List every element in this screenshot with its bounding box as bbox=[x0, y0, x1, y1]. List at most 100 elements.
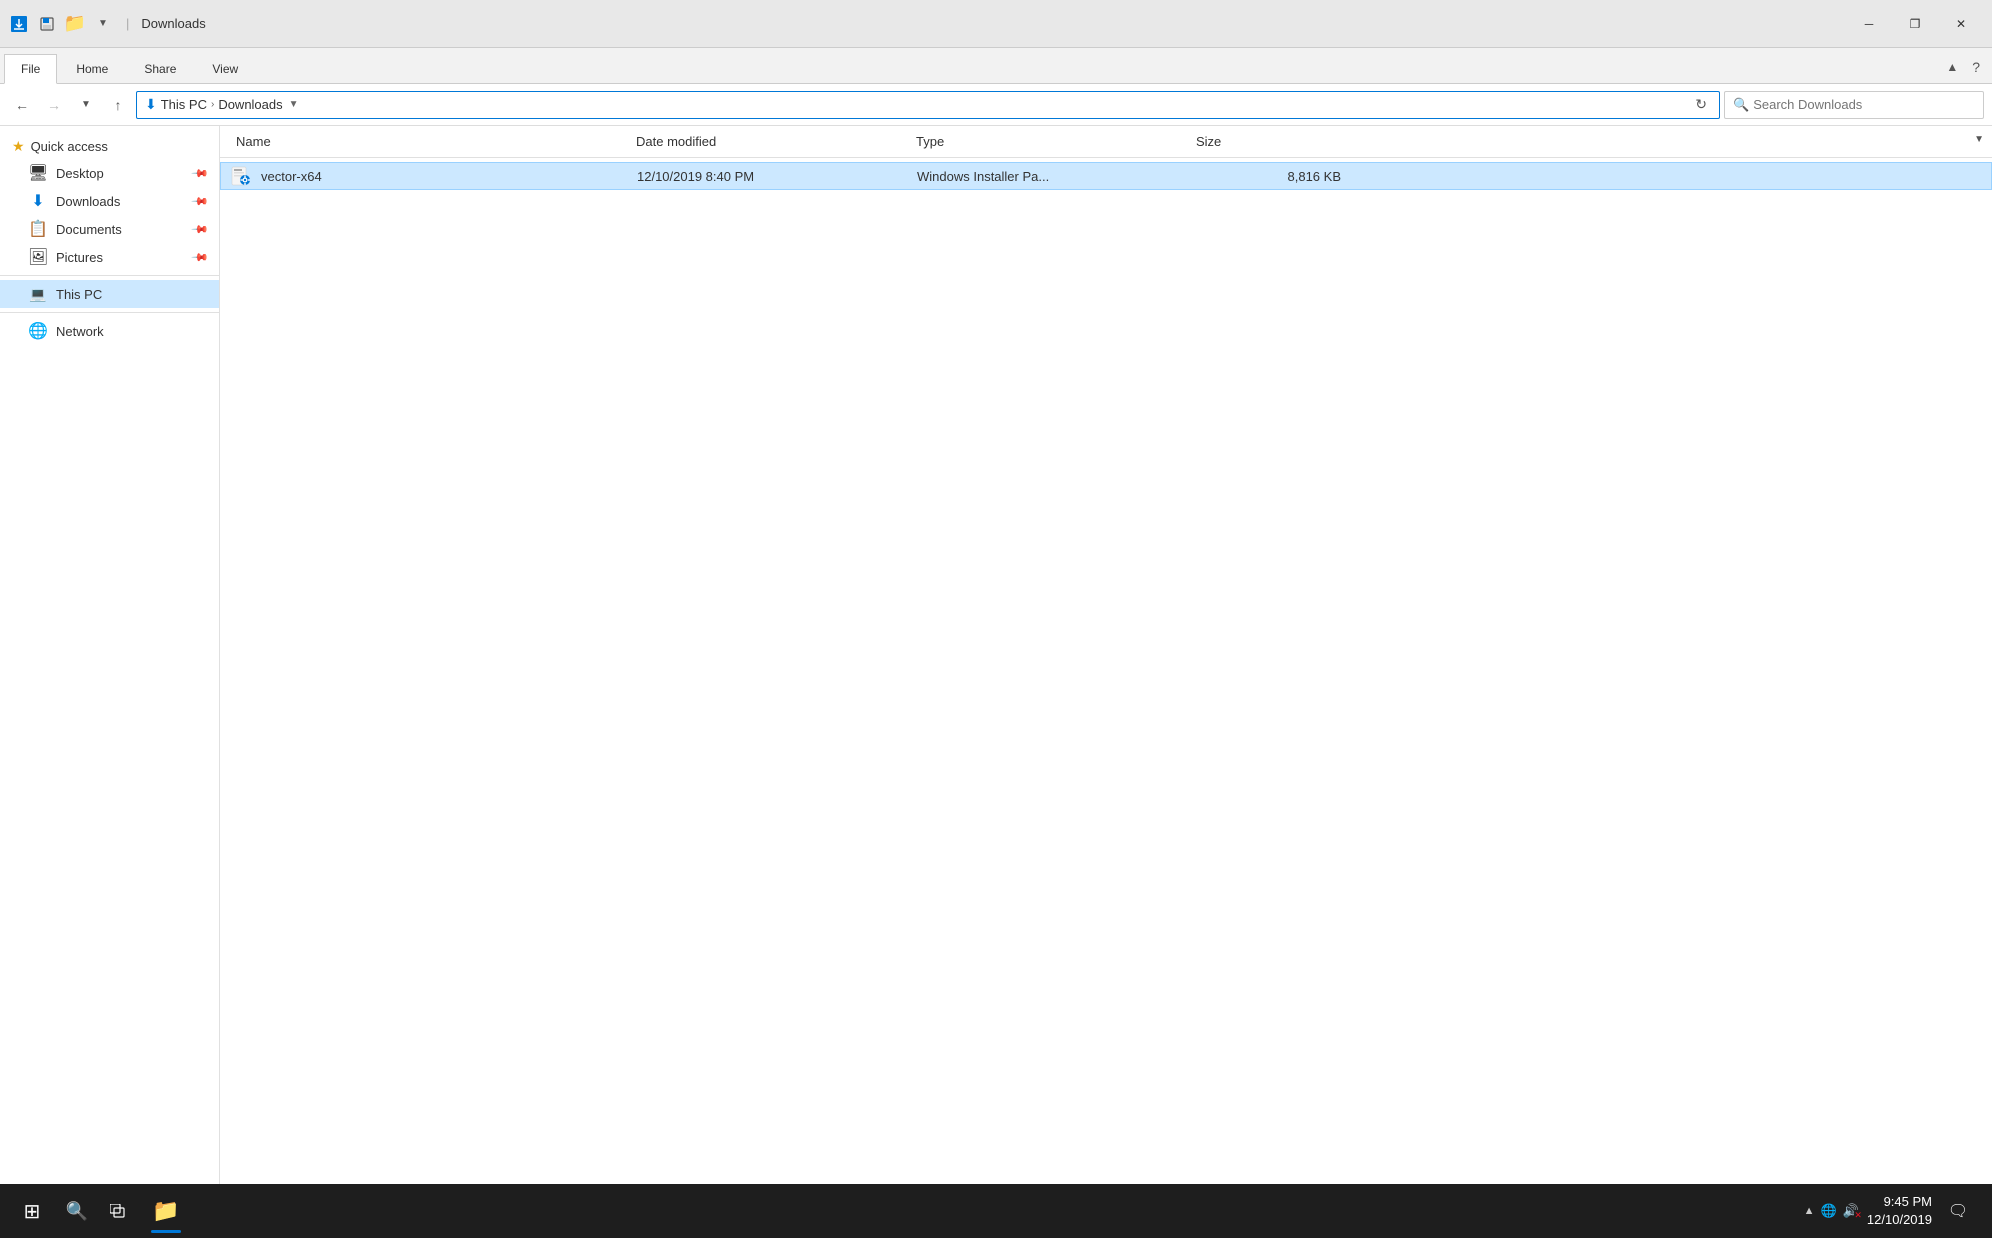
taskbar-right: ▲ 🌐 🔊 ✕ 9:45 PM 12/10/2019 🗨 bbox=[1804, 1193, 1984, 1229]
sidebar-item-pictures[interactable]: 🖼 Pictures 📌 bbox=[0, 243, 219, 271]
taskbar-search-button[interactable]: 🔍 bbox=[56, 1190, 98, 1232]
window-title: Downloads bbox=[141, 16, 205, 31]
search-input[interactable] bbox=[1753, 97, 1975, 112]
file-date: 12/10/2019 8:40 PM bbox=[629, 169, 909, 184]
file-type: Windows Installer Pa... bbox=[909, 169, 1189, 184]
col-header-size[interactable]: Size bbox=[1188, 134, 1348, 149]
sidebar-item-pictures-label: Pictures bbox=[56, 250, 103, 265]
quick-access-label: Quick access bbox=[31, 139, 108, 154]
back-button[interactable]: ← bbox=[8, 91, 36, 119]
tab-home[interactable]: Home bbox=[59, 53, 125, 83]
pin-icon-documents: 📌 bbox=[191, 220, 210, 239]
address-dropdown-arrow[interactable]: ▼ bbox=[289, 99, 299, 110]
table-row[interactable]: vector-x64 12/10/2019 8:40 PM Windows In… bbox=[220, 162, 1992, 190]
ribbon-collapse-arrow[interactable]: ▲ bbox=[1942, 56, 1962, 78]
col-header-name[interactable]: Name bbox=[228, 134, 628, 149]
network-tray-icon[interactable]: 🌐 bbox=[1821, 1203, 1837, 1219]
address-chevron-1: › bbox=[211, 99, 214, 110]
volume-muted-x-icon: ✕ bbox=[1854, 1210, 1862, 1221]
window-controls: ─ ❐ ✕ bbox=[1846, 8, 1984, 40]
clock-time: 9:45 PM bbox=[1867, 1193, 1932, 1211]
address-part-thispc[interactable]: This PC bbox=[161, 97, 207, 112]
pin-icon-desktop: 📌 bbox=[191, 164, 210, 183]
taskbar-clock[interactable]: 9:45 PM 12/10/2019 bbox=[1867, 1193, 1932, 1229]
taskbar-tray: ▲ 🌐 🔊 ✕ bbox=[1804, 1203, 1859, 1219]
desktop-icon: 🖥 bbox=[28, 163, 48, 183]
file-name-text: vector-x64 bbox=[261, 169, 322, 184]
this-pc-icon: 💻 bbox=[28, 286, 48, 303]
title-bar: 📁 ▼ | Downloads ─ ❐ ✕ bbox=[0, 0, 1992, 48]
recent-locations-button[interactable]: ▼ bbox=[72, 91, 100, 119]
documents-icon: 📋 bbox=[28, 219, 48, 239]
sidebar-item-this-pc-label: This PC bbox=[56, 287, 102, 302]
sidebar: ★ Quick access 🖥 Desktop 📌 ⬇ Downloads 📌… bbox=[0, 126, 220, 1202]
title-separator: | bbox=[126, 16, 129, 31]
pictures-icon: 🖼 bbox=[28, 247, 48, 267]
file-size: 8,816 KB bbox=[1189, 169, 1349, 184]
sidebar-item-this-pc[interactable]: 💻 This PC bbox=[0, 280, 219, 308]
up-button[interactable]: ↑ bbox=[104, 91, 132, 119]
close-button[interactable]: ✕ bbox=[1938, 8, 1984, 40]
sidebar-divider-1 bbox=[0, 275, 219, 276]
ribbon-help-icon[interactable]: ? bbox=[1968, 55, 1984, 79]
quick-access-save-icon[interactable] bbox=[36, 13, 58, 35]
sidebar-item-desktop[interactable]: 🖥 Desktop 📌 bbox=[0, 159, 219, 187]
ribbon-expand-controls: ▲ ? bbox=[1942, 55, 1984, 83]
quick-access-folder-icon[interactable]: 📁 bbox=[64, 13, 86, 35]
content-area: ▼ Name Date modified Type Size bbox=[220, 126, 1992, 1202]
tab-file[interactable]: File bbox=[4, 54, 57, 84]
ribbon-tabs: File Home Share View ▲ ? bbox=[0, 48, 1992, 84]
file-name-cell: vector-x64 bbox=[229, 164, 629, 188]
main-layout: ★ Quick access 🖥 Desktop 📌 ⬇ Downloads 📌… bbox=[0, 126, 1992, 1202]
sidebar-item-documents-label: Documents bbox=[56, 222, 122, 237]
task-view-icon bbox=[110, 1204, 128, 1218]
tab-share[interactable]: Share bbox=[127, 53, 193, 83]
sidebar-item-network-label: Network bbox=[56, 324, 104, 339]
search-glass-icon: 🔍 bbox=[1733, 97, 1749, 113]
quick-access-customize-icon[interactable]: ▼ bbox=[92, 13, 114, 35]
sidebar-item-network[interactable]: 🌐 Network bbox=[0, 317, 219, 345]
notification-center-button[interactable]: 🗨 bbox=[1940, 1193, 1976, 1229]
address-part-downloads[interactable]: Downloads bbox=[218, 97, 282, 112]
sidebar-item-documents[interactable]: 📋 Documents 📌 bbox=[0, 215, 219, 243]
file-explorer-taskbar-icon: 📁 bbox=[152, 1198, 179, 1224]
col-header-type[interactable]: Type bbox=[908, 134, 1188, 149]
taskbar-task-view-button[interactable] bbox=[98, 1190, 140, 1232]
file-msi-icon bbox=[229, 164, 253, 188]
address-download-icon: ⬇ bbox=[145, 96, 157, 113]
taskbar-app-file-explorer[interactable]: 📁 bbox=[140, 1187, 192, 1235]
tab-view[interactable]: View bbox=[195, 53, 255, 83]
address-box[interactable]: ⬇ This PC › Downloads ▼ ↻ bbox=[136, 91, 1720, 119]
address-breadcrumb: This PC › Downloads ▼ bbox=[161, 97, 1688, 112]
windows-logo-icon: ⊞ bbox=[24, 1199, 41, 1224]
file-list: vector-x64 12/10/2019 8:40 PM Windows In… bbox=[220, 158, 1992, 1202]
column-headers: ▼ Name Date modified Type Size bbox=[220, 126, 1992, 158]
start-button[interactable]: ⊞ bbox=[8, 1187, 56, 1235]
forward-button[interactable]: → bbox=[40, 91, 68, 119]
sidebar-item-desktop-label: Desktop bbox=[56, 166, 104, 181]
taskbar-search-icon: 🔍 bbox=[66, 1201, 88, 1222]
notification-icon: 🗨 bbox=[1948, 1201, 1968, 1221]
quick-access-star-icon: ★ bbox=[12, 138, 25, 155]
restore-button[interactable]: ❐ bbox=[1892, 8, 1938, 40]
downloads-icon: ⬇ bbox=[28, 191, 48, 211]
sidebar-divider-2 bbox=[0, 312, 219, 313]
sidebar-item-downloads[interactable]: ⬇ Downloads 📌 bbox=[0, 187, 219, 215]
taskbar: ⊞ 🔍 📁 ▲ 🌐 🔊 ✕ 9:45 PM 12/10/2019 🗨 bbox=[0, 1184, 1992, 1238]
address-refresh-icon[interactable]: ↻ bbox=[1691, 94, 1711, 115]
quick-access-toolbar: 📁 ▼ bbox=[8, 13, 114, 35]
pin-icon-pictures: 📌 bbox=[191, 248, 210, 267]
quick-access-download-icon[interactable] bbox=[8, 13, 30, 35]
tray-overflow-arrow[interactable]: ▲ bbox=[1804, 1205, 1815, 1217]
sidebar-section-quick-access[interactable]: ★ Quick access bbox=[0, 134, 219, 159]
pin-icon-downloads: 📌 bbox=[191, 192, 210, 211]
sort-arrow-icon: ▼ bbox=[1974, 134, 1984, 145]
volume-tray-icon[interactable]: 🔊 ✕ bbox=[1843, 1203, 1859, 1219]
network-icon: 🌐 bbox=[28, 321, 48, 341]
minimize-button[interactable]: ─ bbox=[1846, 8, 1892, 40]
address-bar-row: ← → ▼ ↑ ⬇ This PC › Downloads ▼ ↻ 🔍 bbox=[0, 84, 1992, 126]
col-header-date[interactable]: Date modified bbox=[628, 134, 908, 149]
search-box[interactable]: 🔍 bbox=[1724, 91, 1984, 119]
clock-date: 12/10/2019 bbox=[1867, 1211, 1932, 1229]
sidebar-item-downloads-label: Downloads bbox=[56, 194, 120, 209]
